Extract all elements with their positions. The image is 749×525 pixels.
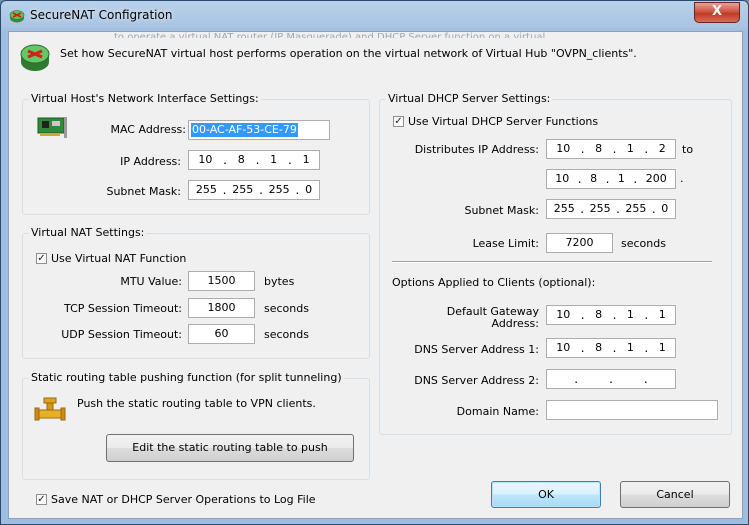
divider <box>392 261 712 263</box>
ghost-text: to operate a virtual NAT router (IP Masq… <box>114 32 546 38</box>
default-gateway-label-2: Address: <box>491 317 539 330</box>
lease-limit-unit: seconds <box>621 237 666 250</box>
router-icon <box>20 44 50 71</box>
udp-timeout-label: UDP Session Timeout: <box>61 328 182 341</box>
domain-name-label: Domain Name: <box>456 405 539 418</box>
host-subnet-mask-input[interactable]: 255. 255. 255. 0 <box>188 180 320 200</box>
title-bar[interactable]: SecureNAT Configration X <box>1 1 748 31</box>
mtu-label: MTU Value: <box>120 275 182 288</box>
ok-button[interactable]: OK <box>491 481 601 508</box>
default-gateway-input[interactable]: 10. 8. 1. 1 <box>546 305 676 325</box>
dhcp-settings-title: Virtual DHCP Server Settings: <box>386 92 553 105</box>
mtu-unit: bytes <box>264 275 295 288</box>
dns1-label: DNS Server Address 1: <box>414 343 539 356</box>
ip-address-label: IP Address: <box>120 155 181 168</box>
dhcp-range-end-input[interactable]: 10. 8. 1. 200 <box>546 169 676 189</box>
lease-limit-label: Lease Limit: <box>472 237 539 250</box>
host-settings-title: Virtual Host's Network Interface Setting… <box>29 92 261 105</box>
header-description: Set how SecureNAT virtual host performs … <box>60 47 637 60</box>
use-dhcp-label: Use Virtual DHCP Server Functions <box>408 115 599 128</box>
dhcp-subnet-mask-label: Subnet Mask: <box>464 204 539 217</box>
routing-group: Static routing table pushing function (f… <box>22 371 370 480</box>
use-dhcp-checkbox[interactable]: ✓ <box>393 116 404 127</box>
mac-address-input[interactable]: 00-AC-AF-53-CE-79 <box>188 120 330 140</box>
subnet-mask-label: Subnet Mask: <box>106 185 181 198</box>
dns2-label: DNS Server Address 2: <box>414 374 539 387</box>
pipe-icon <box>34 397 66 421</box>
mac-address-value: 00-AC-AF-53-CE-79 <box>191 123 298 137</box>
dialog-body: to operate a virtual NAT router (IP Masq… <box>8 31 743 519</box>
routing-description: Push the static routing table to VPN cli… <box>77 397 316 410</box>
network-card-icon <box>37 117 67 138</box>
router-icon <box>9 10 25 23</box>
tcp-timeout-input[interactable]: 1800 <box>188 298 255 318</box>
edit-routing-table-button[interactable]: Edit the static routing table to push <box>106 434 354 462</box>
mac-address-label: MAC Address: <box>110 123 186 136</box>
range-end-period: . <box>680 172 684 185</box>
range-to-label: to <box>682 143 694 156</box>
save-log-checkbox[interactable]: ✓ <box>36 494 47 505</box>
cancel-button[interactable]: Cancel <box>620 481 730 508</box>
host-ip-input[interactable]: 10. 8. 1. 1 <box>188 150 320 170</box>
tcp-timeout-label: TCP Session Timeout: <box>64 302 182 315</box>
lease-limit-input[interactable]: 7200 <box>546 233 613 253</box>
use-nat-label: Use Virtual NAT Function <box>51 252 187 265</box>
udp-timeout-input[interactable]: 60 <box>188 324 255 344</box>
dhcp-range-start-input[interactable]: 10. 8. 1. 2 <box>546 139 676 159</box>
dhcp-subnet-mask-input[interactable]: 255. 255. 255. 0 <box>546 199 676 219</box>
securenat-config-window: SecureNAT Configration X to operate a vi… <box>0 0 749 525</box>
save-log-label: Save NAT or DHCP Server Operations to Lo… <box>51 493 316 506</box>
use-nat-checkbox[interactable]: ✓ <box>36 253 47 264</box>
nat-settings-title: Virtual NAT Settings: <box>29 226 147 239</box>
udp-timeout-unit: seconds <box>264 328 309 341</box>
close-button[interactable]: X <box>694 2 740 23</box>
tcp-timeout-unit: seconds <box>264 302 309 315</box>
dns1-input[interactable]: 10. 8. 1. 1 <box>546 338 676 358</box>
domain-name-input[interactable] <box>546 400 718 420</box>
mtu-input[interactable]: 1500 <box>188 271 255 291</box>
routing-title: Static routing table pushing function (f… <box>29 371 344 384</box>
dhcp-range-label: Distributes IP Address: <box>414 143 539 156</box>
client-options-title: Options Applied to Clients (optional): <box>392 276 596 289</box>
window-title: SecureNAT Configration <box>30 8 173 22</box>
dns2-input[interactable]: . . . <box>546 369 676 389</box>
